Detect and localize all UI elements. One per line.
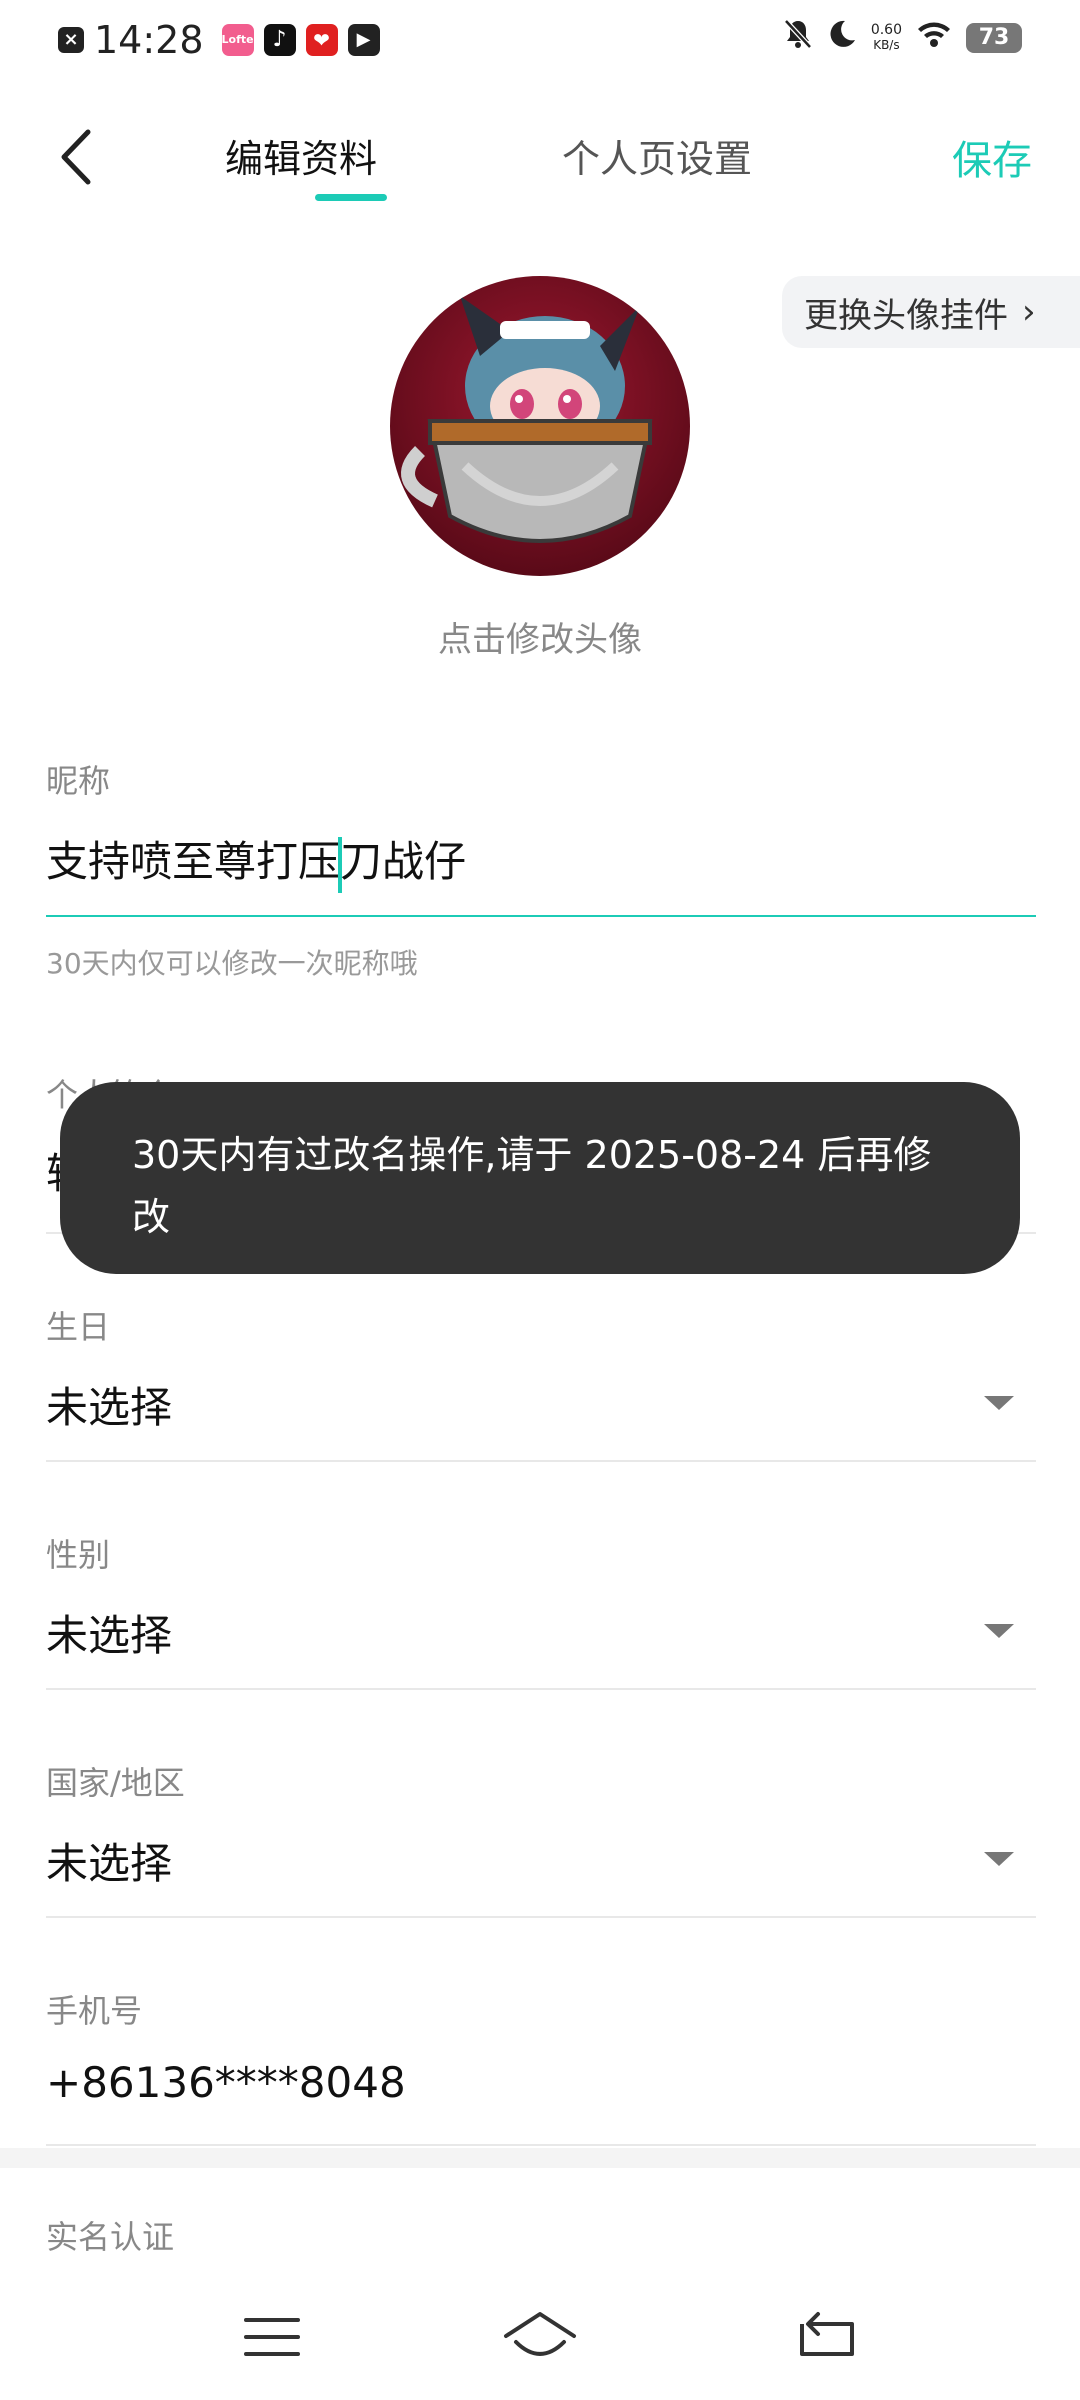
- dropdown-arrow-icon[interactable]: [984, 1852, 1014, 1866]
- gender-label: 性别: [46, 1536, 111, 1574]
- nickname-label: 昵称: [46, 762, 111, 800]
- status-time: 14:28: [94, 18, 204, 62]
- nickname-helper: 30天内仅可以修改一次昵称哦: [46, 947, 418, 980]
- lofter-app-icon: Lofter: [221, 24, 259, 56]
- toast-message: 30天内有过改名操作,请于 2025-08-24 后再修改: [60, 1082, 1020, 1274]
- verification-label[interactable]: 实名认证: [46, 2212, 174, 2258]
- mute-bell-icon: [783, 18, 813, 58]
- moon-icon: [827, 19, 857, 57]
- change-avatar-pendant-button[interactable]: 更换头像挂件 ›: [782, 276, 1080, 348]
- chevron-right-icon: ›: [1022, 292, 1036, 332]
- nickname-input[interactable]: 支持喷至尊打压刀战仔: [46, 828, 466, 893]
- save-button[interactable]: 保存: [952, 128, 1032, 186]
- region-label: 国家/地区: [46, 1764, 185, 1802]
- dropdown-arrow-icon[interactable]: [984, 1396, 1014, 1410]
- region-select[interactable]: 未选择: [46, 1830, 172, 1891]
- home-button[interactable]: [500, 2302, 580, 2372]
- birthday-underline: [46, 1460, 1036, 1462]
- tab-edit-profile[interactable]: 编辑资料: [225, 128, 377, 183]
- nickname-underline: [46, 915, 1036, 917]
- system-navigation-bar: [0, 2280, 1080, 2400]
- phone-label: 手机号: [46, 1992, 143, 2030]
- wifi-icon: [916, 20, 952, 56]
- chevron-left-icon: [61, 129, 91, 185]
- back-arrow-icon: [800, 2312, 854, 2356]
- tab-profile-settings[interactable]: 个人页设置: [562, 128, 752, 183]
- avatar-image: [390, 276, 690, 576]
- back-button[interactable]: [52, 122, 112, 192]
- status-bar: × 14:28 Lofter ♪ ❤ ▶ 0.60 KB/s 73: [0, 0, 1080, 84]
- avatar-hint[interactable]: 点击修改头像: [0, 612, 1080, 661]
- gender-select[interactable]: 未选择: [46, 1602, 172, 1663]
- birthday-label: 生日: [46, 1308, 111, 1346]
- phone-value: +86136****8048: [46, 2058, 406, 2107]
- nickname-text-after-caret: 刀战仔: [340, 837, 467, 886]
- dropdown-arrow-icon[interactable]: [984, 1624, 1014, 1638]
- section-divider: [0, 2148, 1080, 2168]
- region-underline: [46, 1916, 1036, 1918]
- tiktok-app-icon: ♪: [263, 24, 296, 56]
- active-tab-indicator: [315, 194, 387, 201]
- back-nav-button[interactable]: [786, 2302, 866, 2372]
- heart-app-icon: ❤: [305, 24, 338, 56]
- avatar[interactable]: [390, 276, 690, 576]
- top-header: 编辑资料 个人页设置 保存: [0, 110, 1080, 210]
- phone-underline: [46, 2144, 1036, 2146]
- home-icon: [504, 2312, 576, 2356]
- gender-underline: [46, 1688, 1036, 1690]
- edit-profile-screen: × 14:28 Lofter ♪ ❤ ▶ 0.60 KB/s 73 编辑资料 个…: [0, 0, 1080, 2400]
- battery-indicator: 73: [966, 23, 1022, 53]
- close-notification-icon: ×: [58, 27, 84, 53]
- menu-button[interactable]: [232, 2302, 312, 2372]
- pendant-button-label: 更换头像挂件: [804, 295, 1008, 336]
- video-app-icon: ▶: [347, 24, 380, 56]
- menu-icon: [244, 2318, 300, 2356]
- nickname-text-before-caret: 支持喷至尊打压: [46, 837, 341, 886]
- birthday-select[interactable]: 未选择: [46, 1374, 172, 1435]
- network-speed: 0.60 KB/s: [870, 22, 902, 53]
